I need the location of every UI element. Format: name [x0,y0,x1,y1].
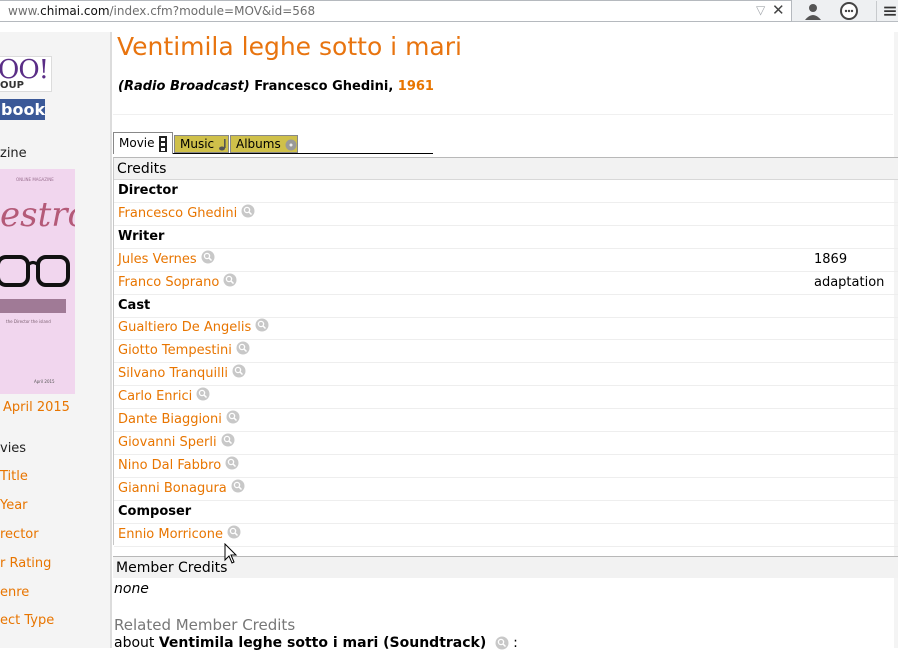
user-icon[interactable] [802,1,824,21]
magazine-label: zine [0,146,27,161]
magazine-masthead: estro [0,195,75,235]
mouse-cursor-icon [224,543,238,564]
credit-person-link[interactable]: Silvano Tranquilli [118,366,228,381]
credit-note: 1869 [814,251,848,267]
search-icon[interactable] [236,341,250,355]
music-note-icon [218,138,226,150]
related-prefix: about [114,635,155,651]
credit-note: adaptation [814,274,885,290]
address-bar[interactable]: www.chimai.com/index.cfm?module=MOV&id=5… [0,0,792,22]
sidebar-divider [110,32,112,648]
tab-albums-label: Albums [236,137,281,151]
credit-row: Francesco Ghedini [114,203,898,226]
search-icon[interactable] [241,204,255,218]
issue-link[interactable]: April 2015 [3,400,70,415]
medium-label: (Radio Broadcast) [118,79,250,94]
credit-row: Nino Dal Fabbro [114,455,898,478]
disc-icon [285,139,297,150]
credit-row: Franco Soprano adaptation [114,272,898,295]
credit-person-link[interactable]: Gianni Bonagura [118,481,227,496]
credit-row: Dante Biaggioni [114,409,898,432]
hamburger-menu-icon[interactable] [876,1,898,21]
sidebar-link-genre[interactable]: enre [0,585,29,600]
related-credits-heading: Related Member Credits [114,616,296,634]
related-title-link[interactable]: Ventimila leghe sotto i mari (Soundtrack… [159,635,486,651]
url-dropdown-icon[interactable]: ▽ [756,3,765,17]
credit-role-heading: Cast [114,295,898,318]
glasses-icon [0,255,70,287]
director-name: Francesco Ghedini, [254,79,394,94]
search-icon[interactable] [201,250,215,264]
credit-role-heading: Director [114,180,898,203]
sidebar-link-year[interactable]: Year [0,498,28,513]
credit-role-heading: Composer [114,501,898,524]
tab-movie[interactable]: Movie [113,132,173,154]
page-title: Ventimila leghe sotto i mari [117,32,462,61]
member-credits-value: none [114,581,149,597]
sidebar-link-title[interactable]: Title [0,469,28,484]
divider [113,114,893,115]
credit-person-link[interactable]: Franco Soprano [118,275,219,290]
search-icon[interactable] [231,479,245,493]
movies-heading: vies [0,441,27,456]
sidebar-link-director[interactable]: rector [0,527,39,542]
search-icon[interactable] [227,525,241,539]
sidebar-link-rating[interactable]: r Rating [0,556,51,571]
credit-person-link[interactable]: Gualtiero De Angelis [118,320,251,335]
credit-role-heading: Writer [114,226,898,249]
credit-row: Gianni Bonagura [114,478,898,501]
film-icon [159,135,168,152]
magazine-small-text: the Director the island [6,319,51,324]
search-icon[interactable] [226,410,240,424]
facebook-logo[interactable]: book [0,99,45,120]
credits-table: Credits Director Francesco Ghedini Writer J… [113,157,898,547]
credit-row: Giotto Tempestini [114,340,898,364]
related-suffix: : [513,635,518,651]
credit-person-link[interactable]: Carlo Enrici [118,389,192,404]
search-icon[interactable] [196,387,210,401]
credit-person-link[interactable]: Nino Dal Fabbro [118,458,221,473]
tab-music-label: Music [180,137,215,151]
tab-movie-label: Movie [119,136,155,150]
credit-person-link[interactable]: Jules Vernes [118,252,197,267]
tab-bar: Movie Music Albums [113,132,433,154]
url-text[interactable]: www.chimai.com/index.cfm?module=MOV&id=5… [8,4,315,18]
search-icon[interactable] [223,273,237,287]
magazine-band [0,299,66,313]
chat-icon[interactable] [838,1,860,21]
close-icon[interactable]: ✕ [772,1,785,19]
search-icon[interactable] [232,364,246,378]
magazine-date: April 2015 [34,379,55,384]
credit-person-link[interactable]: Giotto Tempestini [118,343,232,358]
tab-albums[interactable]: Albums [230,135,298,153]
yahoo-groups-logo[interactable]: OO! OUP [0,55,52,92]
credit-row: Gualtiero De Angelis [114,317,898,341]
yahoo-logo-sub: OUP [0,80,24,91]
magazine-cover-image[interactable]: ONLINE MAGAZINE estro the Director the i… [0,169,75,394]
credit-person-link[interactable]: Dante Biaggioni [118,412,222,427]
search-icon[interactable] [255,318,269,332]
credit-person-link[interactable]: Francesco Ghedini [118,206,237,221]
credit-row: Jules Vernes 1869 [114,249,898,272]
credit-person-link[interactable]: Ennio Morricone [118,527,223,542]
magazine-top-text: ONLINE MAGAZINE [16,177,54,182]
credit-row: Carlo Enrici [114,386,898,410]
page-subtitle: (Radio Broadcast) Francesco Ghedini, 196… [118,79,434,94]
credits-heading: Credits [114,158,898,180]
credit-person-link[interactable]: Giovanni Sperli [118,435,217,450]
credit-row: Giovanni Sperli [114,432,898,455]
search-icon[interactable] [221,433,235,447]
sidebar-link-type[interactable]: ect Type [0,613,54,628]
browser-toolbar: www.chimai.com/index.cfm?module=MOV&id=5… [0,0,898,22]
tab-music[interactable]: Music [174,135,229,153]
related-credits-line: about Ventimila leghe sotto i mari (Soun… [114,635,518,651]
year-link[interactable]: 1961 [398,79,434,94]
credit-row: Silvano Tranquilli [114,363,898,387]
search-icon[interactable] [225,456,239,470]
